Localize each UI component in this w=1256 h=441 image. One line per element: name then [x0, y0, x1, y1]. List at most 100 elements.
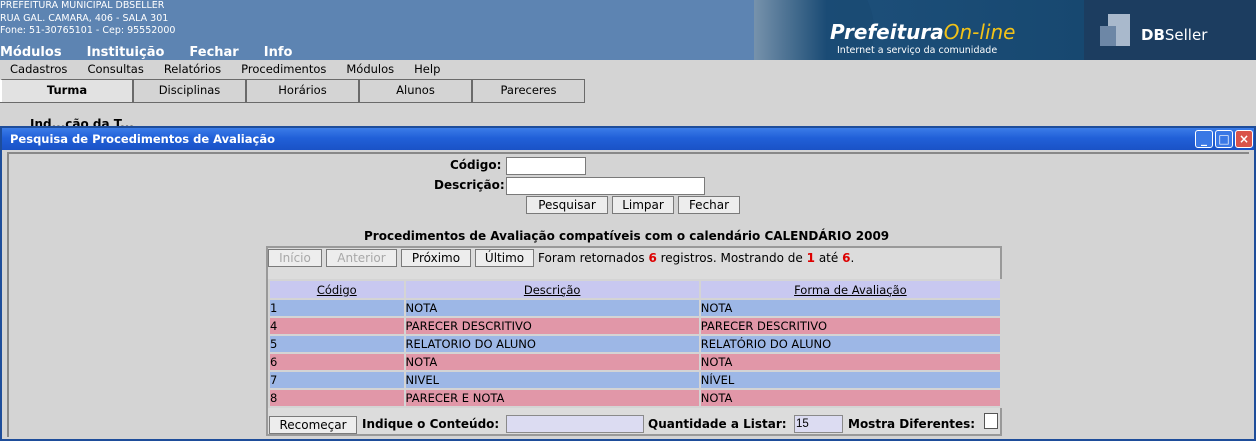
pagination-bar: Início Anterior Próximo Último Foram ret…: [268, 248, 1000, 270]
recomecar-button[interactable]: Recomeçar: [269, 416, 357, 434]
app-header: PREFEITURA MUNICIPAL DBSELLER RUA GAL. C…: [0, 0, 1256, 60]
minimize-button[interactable]: _: [1195, 130, 1213, 148]
mostra-diferentes-label: Mostra Diferentes:: [848, 417, 976, 431]
prefeitura-online-banner: PrefeituraOn-line Internet a serviço da …: [754, 0, 1084, 60]
search-window: Pesquisa de Procedimentos de Avaliação _…: [0, 126, 1256, 441]
ultimo-button[interactable]: Último: [475, 249, 534, 267]
top-menu-fechar[interactable]: Fechar: [189, 45, 238, 60]
cell-forma[interactable]: RELATÓRIO DO ALUNO: [698, 334, 1003, 354]
quantidade-label: Quantidade a Listar:: [648, 417, 787, 431]
info-prefix: Foram retornados: [538, 251, 645, 265]
results-title: Procedimentos de Avaliação compatíveis c…: [364, 229, 890, 243]
cell-codigo[interactable]: 1: [268, 298, 406, 318]
conteudo-label: Indique o Conteúdo:: [362, 417, 500, 431]
cell-forma[interactable]: NOTA: [698, 352, 1003, 372]
column-header-codigo[interactable]: Código: [268, 279, 406, 300]
cell-forma[interactable]: NÍVEL: [698, 370, 1003, 390]
inicio-button[interactable]: Início: [268, 249, 322, 267]
top-menu: Módulos Instituição Fechar Info: [0, 45, 317, 60]
table-header-row: Código Descrição Forma de Avaliação: [268, 279, 1003, 300]
tab-divider: [0, 102, 585, 103]
top-menu-modulos[interactable]: Módulos: [0, 45, 62, 60]
window-title: Pesquisa de Procedimentos de Avaliação: [10, 132, 275, 146]
table-row[interactable]: 8 PARECER E NOTA NOTA: [268, 388, 1003, 408]
window-titlebar[interactable]: Pesquisa de Procedimentos de Avaliação _…: [2, 128, 1254, 150]
menu-bar: Cadastros Consultas Relatórios Procedime…: [0, 60, 1256, 78]
mostra-diferentes-checkbox[interactable]: [984, 413, 998, 429]
minimize-icon: _: [1201, 132, 1207, 146]
info-from: 1: [806, 251, 815, 265]
results-table: Código Descrição Forma de Avaliação 1 NO…: [268, 279, 1003, 408]
brand-logo: PrefeituraOn-line: [830, 20, 1015, 44]
cell-codigo[interactable]: 5: [268, 334, 406, 354]
table-row[interactable]: 4 PARECER DESCRITIVO PARECER DESCRITIVO: [268, 316, 1003, 336]
info-total: 6: [648, 251, 657, 265]
cell-codigo[interactable]: 8: [268, 388, 406, 408]
cell-descricao[interactable]: NOTA: [403, 298, 701, 318]
column-header-forma[interactable]: Forma de Avaliação: [698, 279, 1003, 300]
proximo-button[interactable]: Próximo: [401, 249, 471, 267]
cell-descricao[interactable]: RELATORIO DO ALUNO: [403, 334, 701, 354]
cell-descricao[interactable]: PARECER DESCRITIVO: [403, 316, 701, 336]
close-icon: ×: [1238, 132, 1250, 146]
info-mid: registros. Mostrando de: [660, 251, 803, 265]
menu-procedimentos[interactable]: Procedimentos: [241, 60, 326, 78]
fechar-button[interactable]: Fechar: [678, 196, 740, 214]
dbseller-mark-icon: [1100, 14, 1130, 46]
cell-codigo[interactable]: 6: [268, 352, 406, 372]
dbseller-bold: DB: [1141, 26, 1165, 44]
dbseller-rest: Seller: [1164, 26, 1208, 44]
descricao-input[interactable]: [506, 177, 705, 195]
maximize-icon: □: [1218, 132, 1230, 146]
brand-subtitle: Internet a serviço da comunidade: [837, 45, 998, 56]
descricao-label: Descrição:: [434, 178, 505, 192]
tab-alunos[interactable]: Alunos: [359, 79, 472, 103]
table-row[interactable]: 5 RELATORIO DO ALUNO RELATÓRIO DO ALUNO: [268, 334, 1003, 354]
column-header-descricao[interactable]: Descrição: [403, 279, 701, 300]
top-menu-instituicao[interactable]: Instituição: [87, 45, 165, 60]
cell-descricao[interactable]: NOTA: [403, 352, 701, 372]
footer-controls: Recomeçar Indique o Conteúdo: Quantidade…: [268, 413, 1000, 434]
results-info: Foram retornados 6 registros. Mostrando …: [538, 251, 854, 265]
limpar-button[interactable]: Limpar: [612, 196, 674, 214]
codigo-label: Código:: [450, 158, 502, 172]
menu-cadastros[interactable]: Cadastros: [10, 60, 67, 78]
info-end: .: [850, 251, 855, 265]
menu-relatorios[interactable]: Relatórios: [164, 60, 221, 78]
close-button[interactable]: ×: [1235, 130, 1253, 148]
quantidade-input[interactable]: [794, 415, 843, 433]
conteudo-input[interactable]: [506, 415, 644, 433]
org-name: PREFEITURA MUNICIPAL DBSELLER: [0, 0, 165, 11]
table-row[interactable]: 6 NOTA NOTA: [268, 352, 1003, 372]
anterior-button[interactable]: Anterior: [326, 249, 397, 267]
cell-forma[interactable]: PARECER DESCRITIVO: [698, 316, 1003, 336]
top-menu-info[interactable]: Info: [264, 45, 293, 60]
window-content: Código: Descrição: Pesquisar Limpar Fech…: [7, 152, 1249, 437]
tab-horarios[interactable]: Horários: [246, 79, 359, 103]
cell-codigo[interactable]: 7: [268, 370, 406, 390]
tab-disciplinas[interactable]: Disciplinas: [133, 79, 246, 103]
org-phone: Fone: 51-30765101 - Cep: 95552000: [0, 25, 176, 36]
brand-main: Prefeitura: [830, 20, 944, 44]
maximize-button[interactable]: □: [1215, 130, 1233, 148]
menu-modulos[interactable]: Módulos: [346, 60, 394, 78]
cell-descricao[interactable]: NIVEL: [403, 370, 701, 390]
org-address: RUA GAL. CAMARA, 406 - SALA 301: [0, 12, 169, 24]
cell-descricao[interactable]: PARECER E NOTA: [403, 388, 701, 408]
codigo-input[interactable]: [506, 157, 586, 175]
dbseller-logo: DBSeller: [1084, 0, 1256, 60]
organization-info: PREFEITURA MUNICIPAL DBSELLER RUA GAL. C…: [0, 0, 175, 38]
menu-consultas[interactable]: Consultas: [87, 60, 143, 78]
table-row[interactable]: 7 NIVEL NÍVEL: [268, 370, 1003, 390]
pesquisar-button[interactable]: Pesquisar: [526, 196, 608, 214]
menu-help[interactable]: Help: [414, 60, 440, 78]
info-ate: até: [818, 251, 839, 265]
cell-forma[interactable]: NOTA: [698, 388, 1003, 408]
cell-codigo[interactable]: 4: [268, 316, 406, 336]
cell-forma[interactable]: NOTA: [698, 298, 1003, 318]
table-row[interactable]: 1 NOTA NOTA: [268, 298, 1003, 318]
tab-pareceres[interactable]: Pareceres: [472, 79, 585, 103]
brand-online: On-line: [943, 20, 1016, 44]
results-grid: Início Anterior Próximo Último Foram ret…: [266, 246, 1003, 436]
tab-turma[interactable]: Turma: [0, 79, 133, 103]
